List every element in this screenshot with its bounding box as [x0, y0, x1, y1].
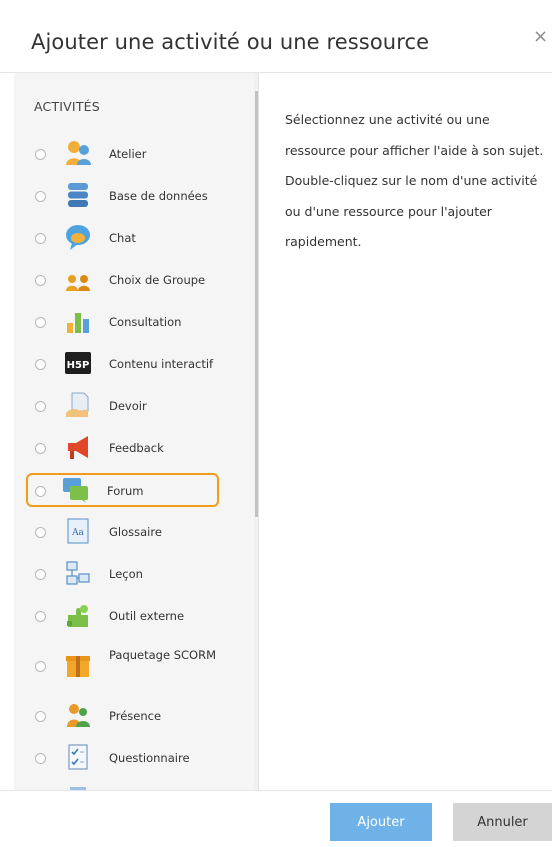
option-devoir[interactable]: Devoir: [28, 387, 221, 425]
help-text: Sélectionnez une activité ou une ressour…: [285, 112, 544, 249]
forum-icon: [63, 478, 88, 503]
option-label: Questionnaire: [109, 751, 190, 765]
group-choice-icon: [66, 275, 90, 291]
option-label: Forum: [107, 484, 144, 498]
radio-button[interactable]: [35, 275, 46, 286]
megaphone-icon: [68, 436, 88, 459]
option-label: Feedback: [109, 441, 164, 455]
option-label: Contenu interactif: [109, 357, 214, 371]
option-paquetage-scorm[interactable]: Paquetage SCORM: [28, 643, 221, 689]
option-feedback[interactable]: Feedback: [28, 429, 221, 467]
h5p-icon: H5P: [65, 352, 91, 374]
radio-button[interactable]: [35, 486, 46, 497]
package-icon: [66, 656, 90, 677]
bar-chart-icon: [67, 313, 89, 333]
option-label: Consultation: [109, 315, 182, 329]
radio-button[interactable]: [35, 359, 46, 370]
option-lecon[interactable]: Leçon: [28, 555, 221, 593]
add-activity-dialog: Ajouter une activité ou une ressource × …: [0, 0, 552, 847]
cancel-button[interactable]: Annuler: [453, 803, 552, 841]
option-label: Atelier: [109, 147, 147, 161]
close-icon[interactable]: ×: [533, 26, 548, 47]
option-label: Glossaire: [109, 525, 162, 539]
database-icon: [68, 183, 88, 207]
option-forum[interactable]: Forum: [26, 473, 219, 507]
workshop-icon: [66, 141, 91, 165]
option-base-de-donnees[interactable]: Base de données: [28, 177, 221, 215]
radio-button[interactable]: [35, 317, 46, 328]
option-consultation[interactable]: Consultation: [28, 303, 221, 341]
radio-button[interactable]: [35, 711, 46, 722]
option-label: Choix de Groupe: [109, 273, 206, 287]
option-presence[interactable]: Présence: [28, 697, 221, 735]
option-outil-externe[interactable]: Outil externe: [28, 597, 221, 635]
option-chat[interactable]: Chat: [28, 219, 221, 257]
radio-button[interactable]: [35, 527, 46, 538]
svg-text:Aa: Aa: [71, 528, 84, 538]
option-glossaire[interactable]: Aa Glossaire: [28, 513, 221, 551]
option-label: Base de données: [109, 189, 208, 203]
radio-button[interactable]: [35, 401, 46, 412]
lesson-icon: [66, 561, 90, 585]
option-contenu-interactif[interactable]: H5P Contenu interactif: [28, 345, 221, 383]
help-panel: Sélectionnez une activité ou une ressour…: [258, 73, 552, 791]
dialog-footer: Ajouter Annuler: [0, 790, 552, 847]
option-label: Outil externe: [109, 609, 185, 623]
questionnaire-icon: [68, 744, 88, 770]
glossary-icon: Aa: [67, 518, 89, 544]
chat-icon: [66, 225, 90, 250]
dialog-body: ACTIVITÉS Atelier Base de données Chat C…: [0, 72, 552, 791]
radio-button[interactable]: [35, 611, 46, 622]
option-choix-de-groupe[interactable]: Choix de Groupe: [28, 261, 221, 299]
svg-text:H5P: H5P: [67, 360, 90, 371]
radio-button[interactable]: [35, 149, 46, 160]
radio-button[interactable]: [35, 191, 46, 202]
option-atelier[interactable]: Atelier: [28, 135, 221, 173]
option-label: Leçon: [109, 567, 143, 581]
attendance-icon: [67, 704, 90, 727]
option-label: Présence: [109, 709, 162, 723]
option-label: Chat: [109, 231, 136, 245]
option-questionnaire[interactable]: Questionnaire: [28, 739, 221, 777]
radio-button[interactable]: [35, 233, 46, 244]
puzzle-icon: [67, 605, 88, 627]
radio-button[interactable]: [35, 443, 46, 454]
dialog-title: Ajouter une activité ou une ressource: [31, 30, 430, 54]
option-label: Devoir: [109, 399, 147, 413]
radio-button[interactable]: [35, 661, 46, 672]
activity-list-panel[interactable]: ACTIVITÉS Atelier Base de données Chat C…: [14, 73, 259, 791]
section-title: ACTIVITÉS: [34, 99, 100, 114]
add-button[interactable]: Ajouter: [330, 803, 432, 841]
radio-button[interactable]: [35, 569, 46, 580]
assignment-icon: [66, 392, 89, 417]
radio-button[interactable]: [35, 753, 46, 764]
option-label: Paquetage SCORM: [109, 648, 217, 662]
